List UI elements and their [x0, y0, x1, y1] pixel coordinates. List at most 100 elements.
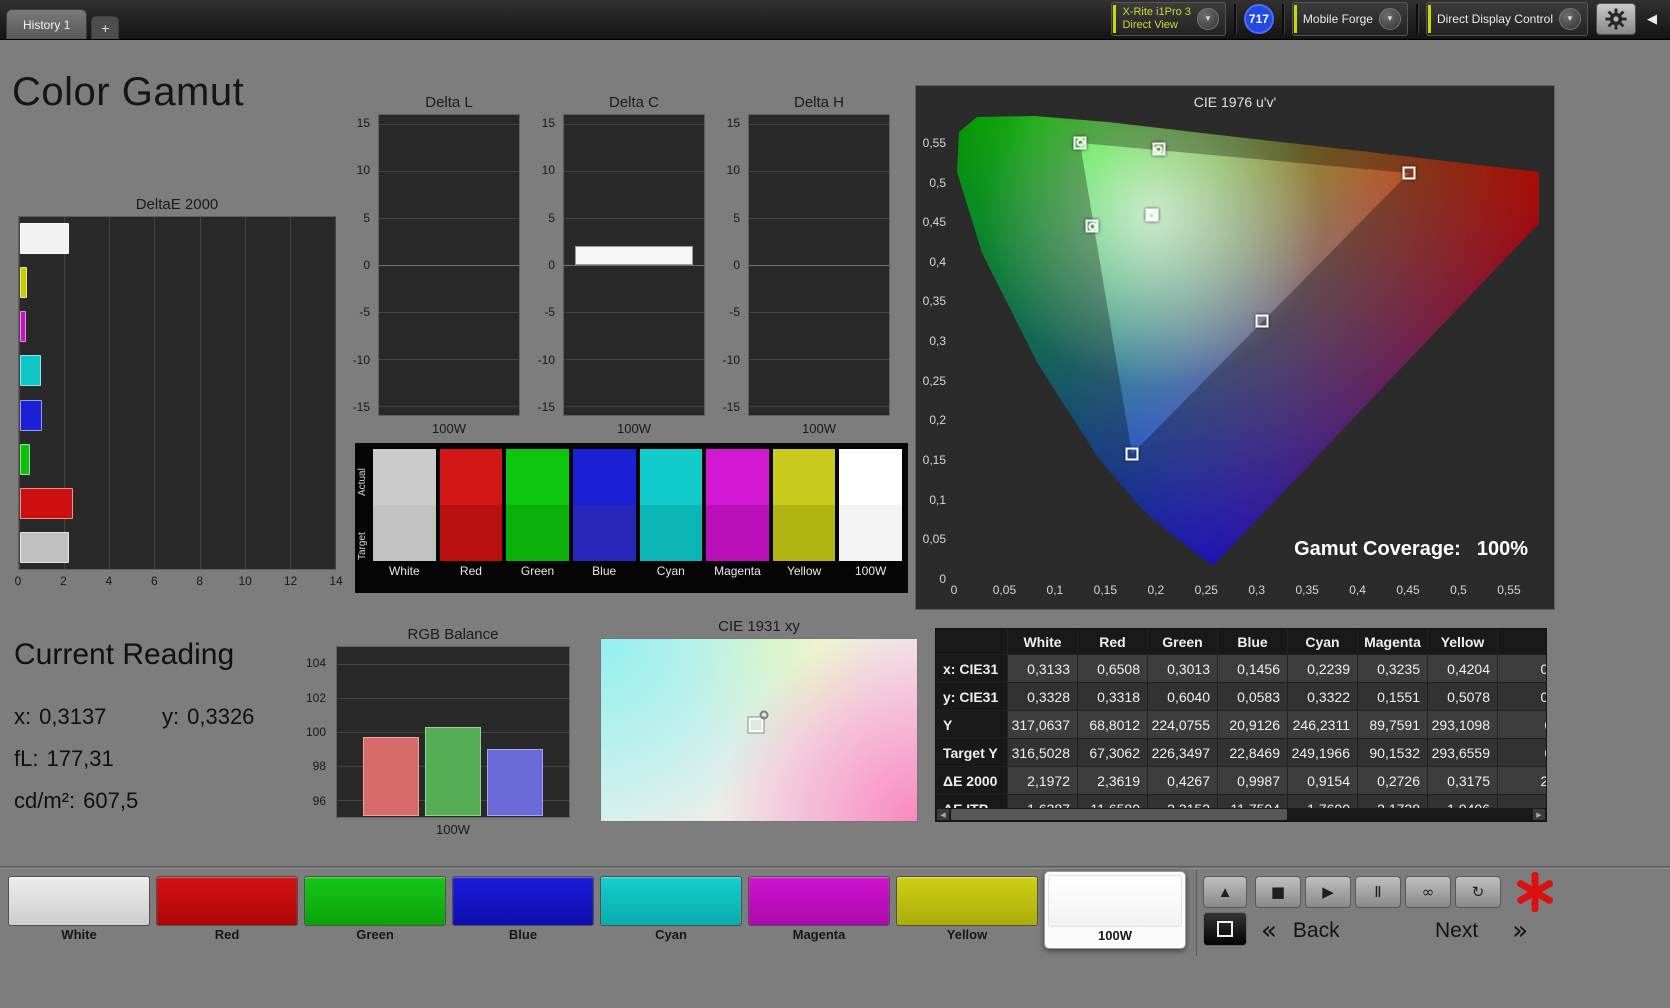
chevron-down-icon[interactable]: ▼	[1378, 8, 1401, 30]
deltae-bar-row	[20, 223, 334, 254]
transport-stop-button[interactable]: ■	[1255, 876, 1301, 908]
reading-fl-label: fL:	[14, 746, 39, 771]
cie-marker-cyan	[1085, 219, 1099, 233]
table-row-label: y: CIE31	[936, 683, 1008, 711]
table-column-header: Cyan	[1288, 629, 1358, 655]
table-column-header	[1498, 629, 1546, 655]
delta-gridline	[749, 265, 889, 266]
table-cell: 0,5078	[1428, 683, 1498, 711]
swatch-actual-color	[572, 449, 636, 505]
current-reading: Current Reading x: 0,3137 y: 0,3326 fL: …	[14, 638, 324, 830]
pattern-label: 100W	[1098, 928, 1132, 943]
table-cell: 316,5028	[1008, 739, 1078, 767]
table-cell: 0,6508	[1078, 655, 1148, 683]
cie-ytick-label: 0	[939, 572, 946, 586]
table-cell: 0,6040	[1148, 683, 1218, 711]
delta-gridline	[379, 312, 519, 313]
new-tab-button[interactable]: +	[91, 16, 120, 39]
tab-history-1[interactable]: History 1	[6, 9, 88, 39]
back-chevron-icon: «	[1261, 916, 1277, 946]
meter-selector[interactable]: X-Rite i1Pro 3 Direct View ▼	[1111, 2, 1226, 36]
pattern-button-100w[interactable]: 100W	[1044, 871, 1186, 949]
swatch-yellow: Yellow	[772, 449, 836, 581]
pattern-button-red[interactable]: Red	[156, 876, 298, 944]
rgb-xlabel: 100W	[436, 822, 470, 837]
delta-ytick-label: 0	[733, 258, 740, 272]
scroll-right-button[interactable]: ▶	[1533, 809, 1545, 820]
delta-gridline	[749, 171, 889, 172]
pattern-color-swatch	[600, 876, 742, 926]
chevron-down-icon[interactable]: ▼	[1196, 8, 1219, 30]
deltae-xtick-label: 12	[283, 574, 298, 588]
reading-cd-value: 607,5	[83, 788, 139, 813]
page-title: Color Gamut	[12, 70, 245, 114]
pattern-button-blue[interactable]: Blue	[452, 876, 594, 944]
table-column-header: Green	[1148, 629, 1218, 655]
chevron-down-icon[interactable]: ▼	[1559, 8, 1581, 30]
cie31-marker-circle	[759, 710, 769, 720]
swatch-label: Red	[459, 564, 482, 578]
pattern-button-magenta[interactable]: Magenta	[748, 876, 890, 944]
collapse-panel-icon[interactable]: ◀	[1644, 11, 1660, 27]
cie-xtick-label: 0,1	[1046, 583, 1064, 597]
chevron-glyph: ▼	[1385, 14, 1394, 23]
pattern-color-swatch	[452, 876, 594, 926]
gamut-coverage-label: Gamut Coverage:	[1294, 538, 1461, 560]
meter-status-stripe	[1113, 5, 1117, 33]
table-corner-cell	[936, 629, 1008, 655]
pattern-button-cyan[interactable]: Cyan	[600, 876, 742, 944]
settings-button[interactable]	[1596, 3, 1636, 35]
display-control-selector[interactable]: Direct Display Control ▼	[1425, 2, 1588, 36]
delta-ytick-label: -15	[722, 399, 740, 414]
swatch-target-color	[639, 505, 703, 561]
scroll-left-button[interactable]: ◀	[937, 809, 949, 820]
source-selector[interactable]: Mobile Forge ▼	[1291, 2, 1408, 36]
delta-plot	[563, 114, 705, 416]
gamut-coverage: Gamut Coverage: 100%	[1294, 538, 1528, 561]
table-cell: 0,2726	[1358, 767, 1428, 795]
cie-xtick-label: 0,05	[992, 583, 1017, 597]
cie-xtick-label: 0,35	[1295, 583, 1319, 597]
pattern-button-green[interactable]: Green	[304, 876, 446, 944]
deltae-bar-red	[20, 487, 73, 519]
cie-ytick-label: 0,25	[922, 373, 946, 388]
delta-xlabel: 100W	[617, 421, 651, 436]
deltae-bar-row	[20, 399, 334, 431]
pattern-button-white[interactable]: White	[8, 876, 150, 944]
delta-chart-delta-h: Delta H 15 10 5 0 -5 -10 -15 100W	[716, 94, 890, 436]
deltae-xtick-label: 10	[238, 574, 252, 588]
cie-xtick-label: 0	[950, 583, 958, 597]
table-column-header: Blue	[1218, 629, 1288, 655]
transport-continuous-button[interactable]: ∞	[1405, 876, 1451, 908]
deltae-bars	[20, 217, 334, 569]
back-button[interactable]: « Back	[1261, 914, 1340, 948]
table-cell: 68,8012	[1078, 711, 1148, 739]
reading-y-label: y:	[162, 704, 180, 729]
rgb-ytick-label: 102	[305, 690, 326, 705]
swatch-label: Yellow	[786, 564, 822, 578]
expand-controls-button[interactable]: ▲	[1203, 876, 1247, 908]
pattern-color-swatch	[896, 876, 1038, 926]
table-scrollbar[interactable]: ◀ ▶	[936, 808, 1546, 821]
rgb-bar-blue	[487, 749, 543, 816]
deltae-xtick-label: 8	[196, 574, 204, 588]
table-cell: 293,1098	[1428, 711, 1498, 739]
pattern-button-yellow[interactable]: Yellow	[896, 876, 1038, 944]
delta-ytick-label: -10	[722, 352, 740, 367]
next-button[interactable]: Next »	[1435, 914, 1528, 948]
delta-ytick-label: 15	[356, 116, 370, 131]
cie-ytick-label: 0,1	[929, 492, 946, 507]
transport-refresh-button[interactable]: ↻	[1455, 876, 1501, 908]
table-row: Target Y 316,5028 67,3062 226,3497 22,8469 24…	[936, 739, 1546, 767]
rgb-ytick-label: 98	[312, 759, 326, 774]
pattern-label: Cyan	[655, 927, 687, 942]
cie-plot	[954, 116, 1539, 579]
transport-play-button[interactable]: ▶	[1305, 876, 1351, 908]
single-measure-button[interactable]	[1203, 912, 1247, 946]
pattern-label: White	[61, 927, 97, 942]
swatch-label: Green	[520, 564, 555, 578]
scroll-thumb[interactable]	[951, 809, 1287, 820]
rgb-gridline	[337, 698, 569, 699]
cie-marker-white	[1145, 208, 1159, 222]
transport-pause-button[interactable]: Ⅱ	[1355, 876, 1401, 908]
